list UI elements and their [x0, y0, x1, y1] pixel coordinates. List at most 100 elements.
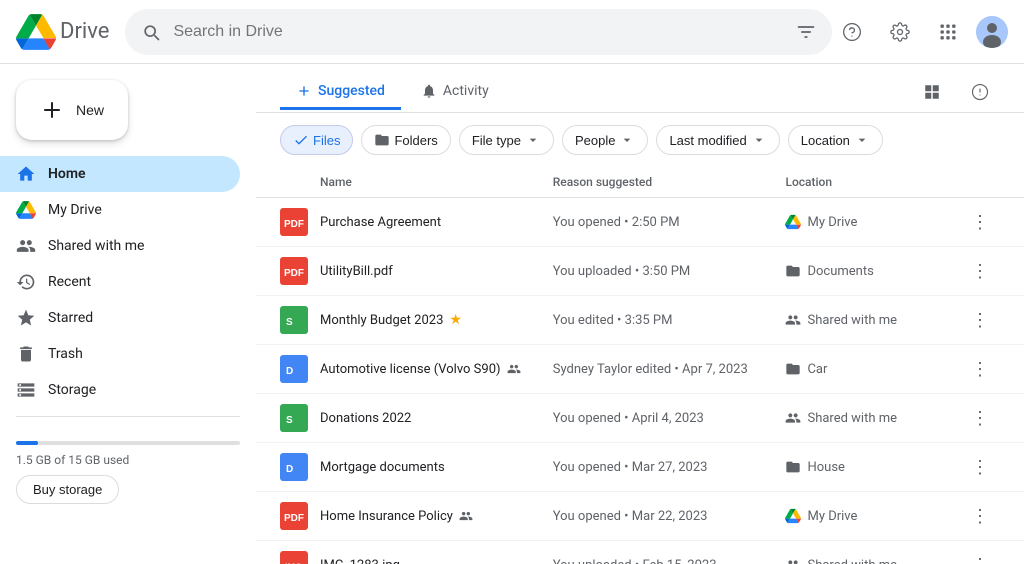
file-name-cell: UtilityBill.pdf	[320, 264, 553, 279]
sidebar-item-trash[interactable]: Trash	[0, 336, 240, 372]
storage-bar-bg	[16, 441, 240, 445]
file-reason: You uploaded • 3:50 PM	[553, 264, 786, 279]
view-tabs: Suggested Activity	[256, 64, 1024, 113]
sidebar-item-home-label: Home	[48, 166, 86, 182]
file-type-icon: D	[280, 355, 308, 383]
filter-location[interactable]: Location	[788, 125, 883, 155]
file-location: Shared with me	[785, 312, 960, 328]
info-button[interactable]	[960, 72, 1000, 112]
col-name-header: Name	[280, 175, 553, 189]
file-name: Donations 2022	[320, 411, 411, 426]
svg-text:PDF: PDF	[284, 268, 304, 279]
buy-storage-button[interactable]: Buy storage	[16, 475, 119, 504]
settings-button[interactable]	[880, 12, 920, 52]
sidebar-item-starred[interactable]: Starred	[0, 300, 240, 336]
new-button[interactable]: New	[16, 80, 128, 140]
tab-suggested[interactable]: Suggested	[280, 75, 401, 110]
sidebar-item-shared[interactable]: Shared with me	[0, 228, 240, 264]
file-location: House	[785, 459, 960, 475]
file-name-cell: Home Insurance Policy	[320, 509, 553, 524]
file-rows-container: PDF Purchase Agreement You opened • 2:50…	[256, 198, 1024, 564]
table-row[interactable]: D Automotive license (Volvo S90) Sydney …	[256, 345, 1024, 394]
filter-folders[interactable]: Folders	[361, 125, 450, 155]
grid-view-button[interactable]	[912, 72, 952, 112]
file-name: Mortgage documents	[320, 460, 445, 475]
file-type-icon: S	[280, 404, 308, 432]
help-button[interactable]	[832, 12, 872, 52]
storage-text: 1.5 GB of 15 GB used	[16, 453, 240, 467]
logo-text: Drive	[60, 19, 109, 44]
sidebar-item-starred-label: Starred	[48, 310, 93, 326]
file-name-cell: Donations 2022	[320, 411, 553, 426]
file-reason: You opened • Mar 22, 2023	[553, 509, 786, 524]
col-reason-header: Reason suggested	[553, 175, 786, 189]
file-location-label: My Drive	[807, 509, 857, 524]
sidebar-divider	[16, 416, 240, 417]
sidebar-item-home[interactable]: Home	[0, 156, 240, 192]
file-actions: ⋮	[960, 549, 1000, 564]
star-icon: ★	[449, 312, 462, 328]
table-row[interactable]: IMG IMG_1283.jpg You uploaded • Feb 15, …	[256, 541, 1024, 564]
file-type-icon: PDF	[280, 208, 308, 236]
more-options-button[interactable]: ⋮	[964, 206, 996, 238]
file-location: My Drive	[785, 508, 960, 524]
sidebar-item-recent[interactable]: Recent	[0, 264, 240, 300]
table-row[interactable]: PDF UtilityBill.pdf You uploaded • 3:50 …	[256, 247, 1024, 296]
sidebar-item-storage[interactable]: Storage	[0, 372, 240, 408]
file-actions: ⋮	[960, 500, 1000, 532]
file-list: Name Reason suggested Location PDF Purch…	[256, 167, 1024, 564]
tab-activity-label: Activity	[443, 83, 489, 99]
table-row[interactable]: PDF Home Insurance Policy You opened • M…	[256, 492, 1024, 541]
more-options-button[interactable]: ⋮	[964, 402, 996, 434]
file-name-cell: IMG_1283.jpg	[320, 558, 553, 564]
file-reason: You edited • 3:35 PM	[553, 313, 786, 328]
file-name-cell: Mortgage documents	[320, 460, 553, 475]
filter-file-type[interactable]: File type	[459, 125, 554, 155]
table-row[interactable]: S Donations 2022 You opened • April 4, 2…	[256, 394, 1024, 443]
file-name: IMG_1283.jpg	[320, 558, 400, 564]
file-reason: You opened • Mar 27, 2023	[553, 460, 786, 475]
tab-suggested-label: Suggested	[318, 83, 385, 99]
sidebar-item-my-drive-label: My Drive	[48, 202, 102, 218]
sidebar-item-shared-label: Shared with me	[48, 238, 144, 254]
svg-text:S: S	[286, 415, 293, 426]
more-options-button[interactable]: ⋮	[964, 304, 996, 336]
filter-people[interactable]: People	[562, 125, 648, 155]
file-location-label: House	[807, 460, 844, 475]
search-input[interactable]	[173, 23, 784, 41]
more-options-button[interactable]: ⋮	[964, 500, 996, 532]
file-name-cell: Purchase Agreement	[320, 215, 553, 230]
apps-button[interactable]	[928, 12, 968, 52]
file-location: Car	[785, 361, 960, 377]
filter-last-modified[interactable]: Last modified	[656, 125, 779, 155]
filter-icon[interactable]	[796, 22, 816, 42]
file-location-label: My Drive	[807, 215, 857, 230]
table-row[interactable]: PDF Purchase Agreement You opened • 2:50…	[256, 198, 1024, 247]
logo: Drive	[16, 12, 109, 52]
file-name: Home Insurance Policy	[320, 509, 453, 524]
file-reason: Sydney Taylor edited • Apr 7, 2023	[553, 362, 786, 377]
svg-text:D: D	[286, 464, 293, 475]
file-name-cell: Monthly Budget 2023 ★	[320, 312, 553, 328]
view-options	[912, 72, 1000, 112]
filter-files[interactable]: Files	[280, 125, 353, 155]
more-options-button[interactable]: ⋮	[964, 549, 996, 564]
table-row[interactable]: S Monthly Budget 2023 ★ You edited • 3:3…	[256, 296, 1024, 345]
main-content: Suggested Activity	[256, 64, 1024, 564]
new-button-label: New	[76, 102, 104, 118]
search-bar[interactable]	[125, 9, 832, 55]
file-type-icon: D	[280, 453, 308, 481]
sidebar-item-recent-label: Recent	[48, 274, 91, 290]
file-location-label: Documents	[807, 264, 873, 279]
topbar: Drive	[0, 0, 1024, 64]
shared-icon	[459, 509, 473, 523]
table-row[interactable]: D Mortgage documents You opened • Mar 27…	[256, 443, 1024, 492]
tab-activity[interactable]: Activity	[405, 75, 505, 110]
avatar[interactable]	[976, 16, 1008, 48]
sidebar-item-my-drive[interactable]: My Drive	[0, 192, 240, 228]
more-options-button[interactable]: ⋮	[964, 255, 996, 287]
more-options-button[interactable]: ⋮	[964, 353, 996, 385]
file-location-label: Shared with me	[807, 313, 897, 328]
file-actions: ⋮	[960, 451, 1000, 483]
more-options-button[interactable]: ⋮	[964, 451, 996, 483]
